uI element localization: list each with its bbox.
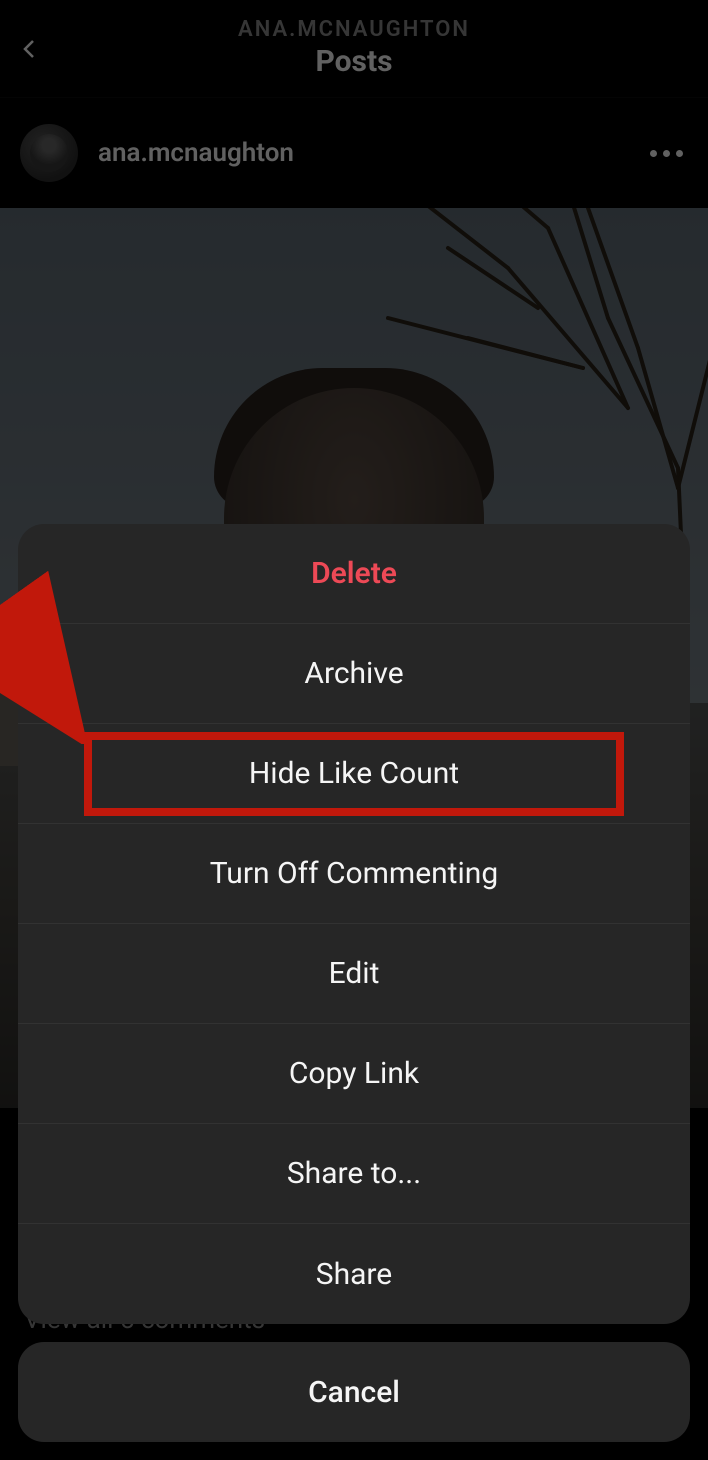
sheet-item-copy-link[interactable]: Copy Link — [18, 1024, 690, 1124]
sheet-item-share-to[interactable]: Share to... — [18, 1124, 690, 1224]
action-sheet-container: DeleteArchiveHide Like CountTurn Off Com… — [0, 524, 708, 1460]
sheet-item-share[interactable]: Share — [18, 1224, 690, 1324]
sheet-item-delete[interactable]: Delete — [18, 524, 690, 624]
action-sheet: DeleteArchiveHide Like CountTurn Off Com… — [18, 524, 690, 1324]
sheet-item-edit[interactable]: Edit — [18, 924, 690, 1024]
sheet-item-archive[interactable]: Archive — [18, 624, 690, 724]
sheet-item-turn-off-commenting[interactable]: Turn Off Commenting — [18, 824, 690, 924]
cancel-button[interactable]: Cancel — [18, 1342, 690, 1442]
sheet-item-hide-like-count[interactable]: Hide Like Count — [18, 724, 690, 824]
screen: ANA.MCNAUGHTON Posts ana.mcnaughton — [0, 0, 708, 1460]
